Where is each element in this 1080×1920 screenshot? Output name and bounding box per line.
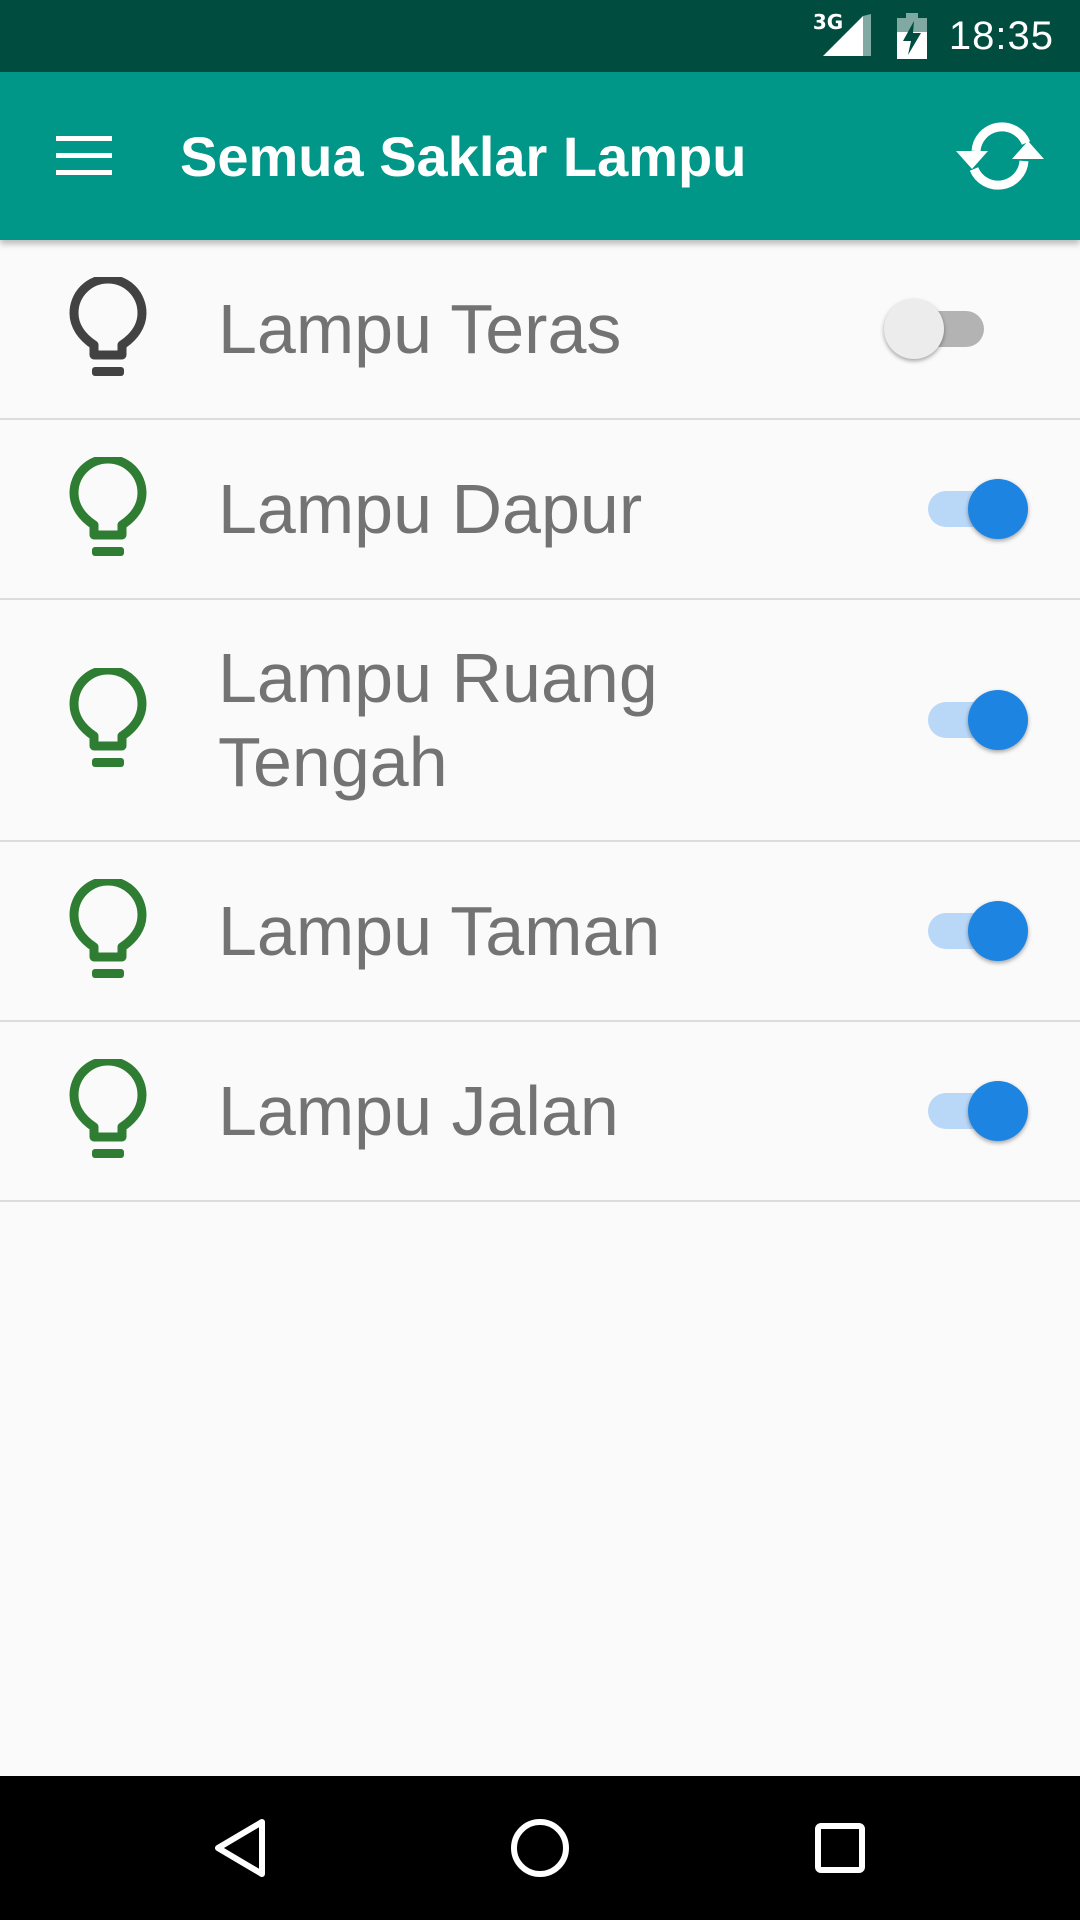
- system-navigation-bar: [0, 1776, 1080, 1920]
- hamburger-menu-icon: [56, 136, 112, 175]
- list-item: Lampu Taman: [0, 842, 1080, 1022]
- back-button[interactable]: [190, 1798, 290, 1898]
- list-item: Lampu Jalan: [0, 1022, 1080, 1202]
- battery-charging-icon: [896, 13, 927, 59]
- lamp-toggle-switch[interactable]: [908, 474, 1028, 544]
- recents-button[interactable]: [790, 1798, 890, 1898]
- lamp-label: Lampu Teras: [218, 290, 622, 368]
- refresh-icon: [956, 122, 1044, 190]
- home-button[interactable]: [490, 1798, 590, 1898]
- lamp-label: Lampu Jalan: [218, 1072, 619, 1150]
- status-time: 18:35: [948, 13, 1054, 58]
- switch-thumb: [968, 690, 1028, 750]
- refresh-button[interactable]: [950, 108, 1050, 204]
- lamp-label: Lampu Taman: [218, 892, 661, 970]
- status-icons: 3G 18:35: [813, 0, 1054, 72]
- lamp-toggle-switch[interactable]: [908, 896, 1028, 966]
- lightbulb-on-icon: [69, 457, 147, 556]
- switch-thumb: [968, 1081, 1028, 1141]
- lamp-toggle-switch[interactable]: [908, 1076, 1028, 1146]
- switch-thumb: [968, 479, 1028, 539]
- lightbulb-on-icon: [69, 1059, 147, 1158]
- lamp-toggle-switch[interactable]: [908, 685, 1028, 755]
- menu-button[interactable]: [30, 108, 138, 204]
- lightbulb-on-icon: [69, 879, 147, 978]
- lightbulb-off-icon: [69, 277, 147, 376]
- status-bar: 3G 18:35: [0, 0, 1080, 72]
- list-item: Lampu Teras: [0, 240, 1080, 420]
- list-item: Lampu Ruang Tengah: [0, 600, 1080, 842]
- switch-thumb: [968, 901, 1028, 961]
- home-circle-icon: [511, 1819, 569, 1877]
- list-item: Lampu Dapur: [0, 420, 1080, 600]
- lamp-label: Lampu Dapur: [218, 470, 643, 548]
- recents-square-icon: [815, 1823, 865, 1873]
- lamp-switch-list: Lampu Teras Lampu Dapur Lampu Ruang Teng…: [0, 240, 1080, 1202]
- lamp-toggle-switch[interactable]: [884, 294, 1004, 364]
- back-triangle-icon: [215, 1819, 265, 1877]
- lightbulb-on-icon: [69, 668, 147, 767]
- app-bar: Semua Saklar Lampu: [0, 72, 1080, 240]
- page-title: Semua Saklar Lampu: [180, 124, 747, 188]
- signal-icon: 3G: [813, 10, 873, 58]
- lamp-label: Lampu Ruang Tengah: [218, 639, 658, 801]
- switch-thumb: [884, 299, 944, 359]
